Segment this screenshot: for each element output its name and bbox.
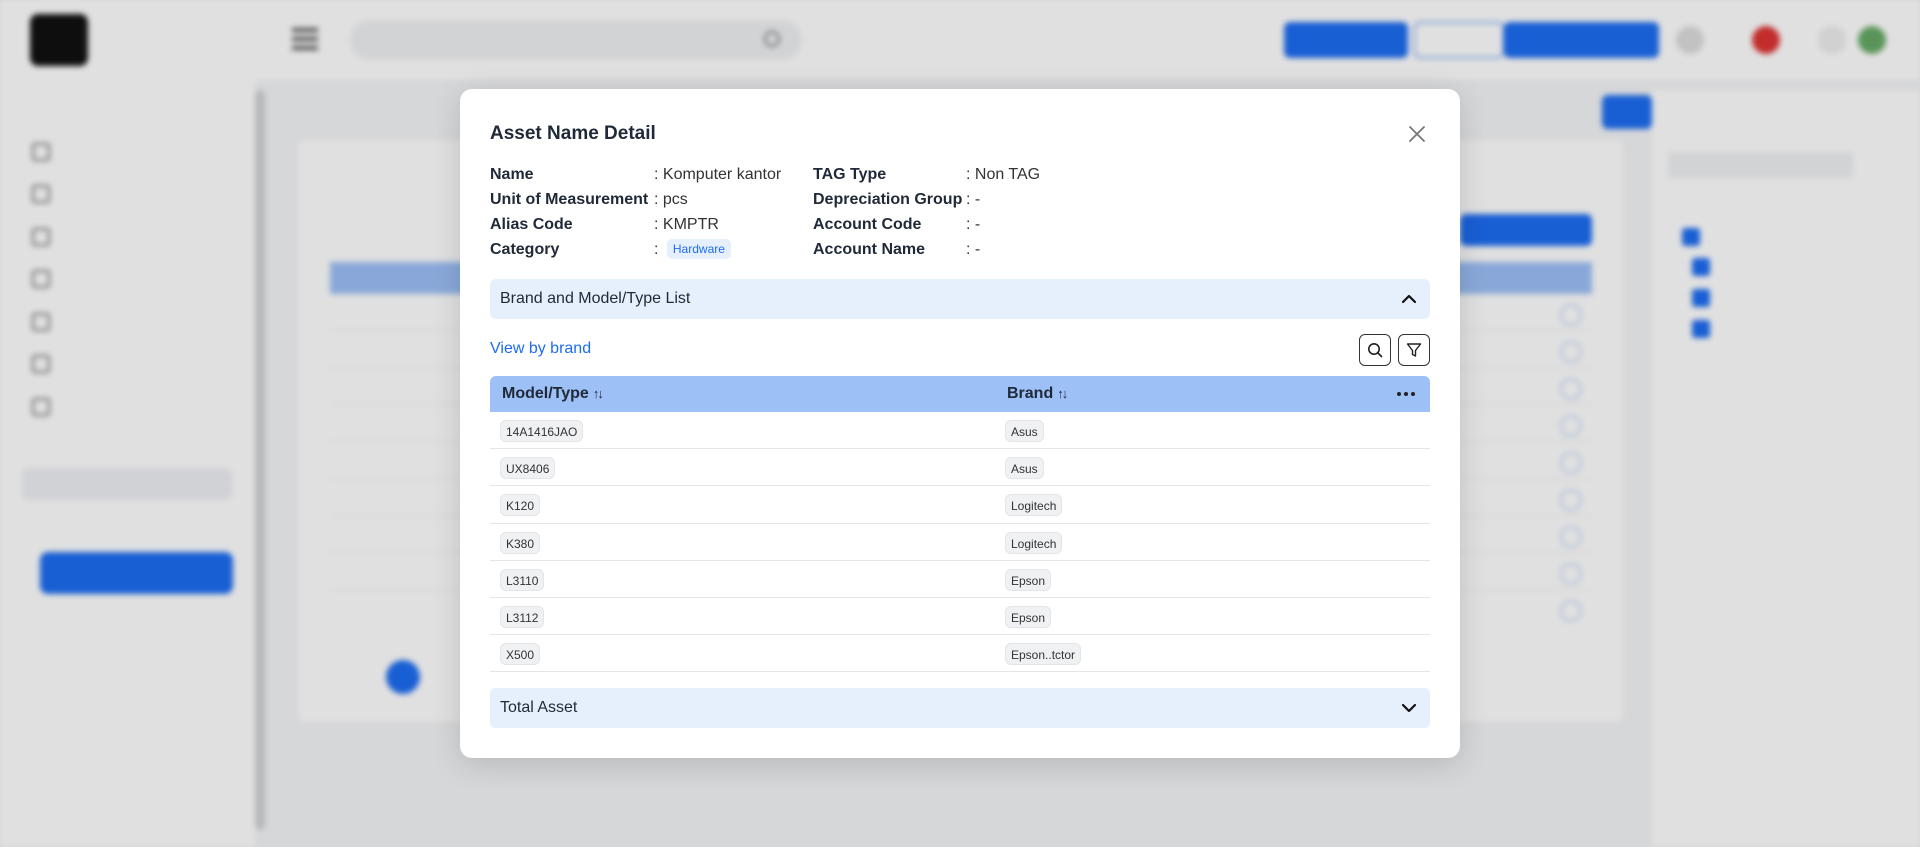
- field-label: TAG Type: [813, 166, 887, 183]
- brand-chip: Asus: [1005, 457, 1044, 480]
- account-name-value: -: [974, 241, 981, 258]
- info-row: Account Name : -: [813, 238, 1133, 262]
- chevron-up-icon: [1401, 294, 1417, 304]
- table-row[interactable]: UX8406 Asus: [490, 449, 1430, 487]
- model-chip: K380: [500, 531, 541, 554]
- model-type-table: Model/Type ↑↓ Brand ↑↓ 14A1416JAO Asus UX8…: [490, 376, 1430, 673]
- table-header: Model/Type ↑↓ Brand ↑↓: [490, 376, 1430, 412]
- model-chip: X500: [500, 643, 541, 666]
- model-chip: UX8406: [500, 457, 556, 480]
- sort-icon: ↑↓: [592, 386, 604, 401]
- info-row: Account Code : -: [813, 213, 1133, 237]
- info-row: Category : Hardware: [490, 238, 810, 262]
- view-by-brand-link[interactable]: View by brand: [490, 340, 591, 358]
- asset-name-detail-modal: Asset Name Detail Name : Komputer kantor…: [460, 89, 1460, 758]
- brand-model-accordion[interactable]: Brand and Model/Type List: [490, 279, 1430, 319]
- brand-chip: Epson..tctor: [1005, 643, 1082, 666]
- model-chip: L3110: [500, 568, 545, 591]
- alias-code-value: KMPTR: [662, 216, 719, 233]
- field-value: : KMPTR: [654, 216, 719, 233]
- info-row: TAG Type : Non TAG: [813, 163, 1133, 187]
- brand-chip: Epson: [1005, 605, 1052, 628]
- info-row: Unit of Measurement : pcs: [490, 188, 810, 212]
- filter-button[interactable]: [1398, 334, 1430, 366]
- field-value: : Hardware: [654, 238, 731, 262]
- table-row[interactable]: X500 Epson..tctor: [490, 635, 1430, 673]
- table-body: 14A1416JAO Asus UX8406 Asus K120 Logitec…: [490, 412, 1430, 673]
- search-icon: [1368, 343, 1383, 358]
- info-row: Name : Komputer kantor: [490, 163, 810, 187]
- field-value: : -: [966, 241, 981, 258]
- filter-icon: [1406, 343, 1422, 357]
- brand-chip: Logitech: [1005, 494, 1063, 517]
- table-row[interactable]: K380 Logitech: [490, 524, 1430, 561]
- unit-value: pcs: [662, 191, 688, 208]
- field-label: Account Code: [813, 216, 922, 233]
- model-chip: K120: [500, 494, 541, 517]
- table-row[interactable]: 14A1416JAO Asus: [490, 412, 1430, 450]
- field-label: Account Name: [813, 241, 926, 258]
- field-value: : Non TAG: [966, 166, 1041, 183]
- column-header-model-type[interactable]: Model/Type ↑↓: [502, 385, 604, 403]
- field-label: Depreciation Group: [813, 191, 963, 208]
- table-row[interactable]: L3110 Epson: [490, 561, 1430, 598]
- model-chip: 14A1416JAO: [500, 420, 584, 442]
- column-header-label: Brand: [1007, 385, 1054, 402]
- name-value: Komputer kantor: [662, 166, 782, 183]
- tag-type-value: Non TAG: [974, 166, 1041, 183]
- search-button[interactable]: [1359, 334, 1391, 366]
- depreciation-group-value: -: [974, 191, 981, 208]
- more-options-icon[interactable]: [1394, 382, 1418, 406]
- brand-chip: Logitech: [1005, 531, 1063, 554]
- sort-icon: ↑↓: [1057, 386, 1068, 401]
- table-row[interactable]: L3112 Epson: [490, 598, 1430, 636]
- accordion-label: Brand and Model/Type List: [500, 290, 691, 307]
- table-row[interactable]: K120 Logitech: [490, 486, 1430, 524]
- info-row: Depreciation Group : -: [813, 188, 1133, 212]
- total-asset-accordion[interactable]: Total Asset: [490, 688, 1430, 728]
- model-chip: L3112: [500, 605, 545, 628]
- field-value: : Komputer kantor: [654, 166, 782, 183]
- field-label: Unit of Measurement: [490, 191, 649, 208]
- field-value: : -: [966, 191, 981, 208]
- field-label: Alias Code: [490, 216, 573, 233]
- chevron-down-icon: [1401, 703, 1417, 713]
- modal-title: Asset Name Detail: [490, 123, 656, 144]
- column-header-label: Model/Type: [502, 385, 589, 402]
- close-button[interactable]: [1404, 121, 1430, 147]
- brand-chip: Epson: [1005, 568, 1052, 591]
- field-value: : -: [966, 216, 981, 233]
- field-value: : pcs: [654, 191, 688, 208]
- brand-chip: Asus: [1005, 420, 1044, 442]
- column-header-brand[interactable]: Brand ↑↓: [1007, 385, 1068, 403]
- account-code-value: -: [974, 216, 981, 233]
- category-badge: Hardware: [666, 239, 731, 259]
- close-icon: [1409, 126, 1425, 142]
- field-label: Category: [490, 241, 560, 258]
- accordion-label: Total Asset: [500, 699, 578, 716]
- info-row: Alias Code : KMPTR: [490, 213, 810, 237]
- field-label: Name: [490, 166, 534, 183]
